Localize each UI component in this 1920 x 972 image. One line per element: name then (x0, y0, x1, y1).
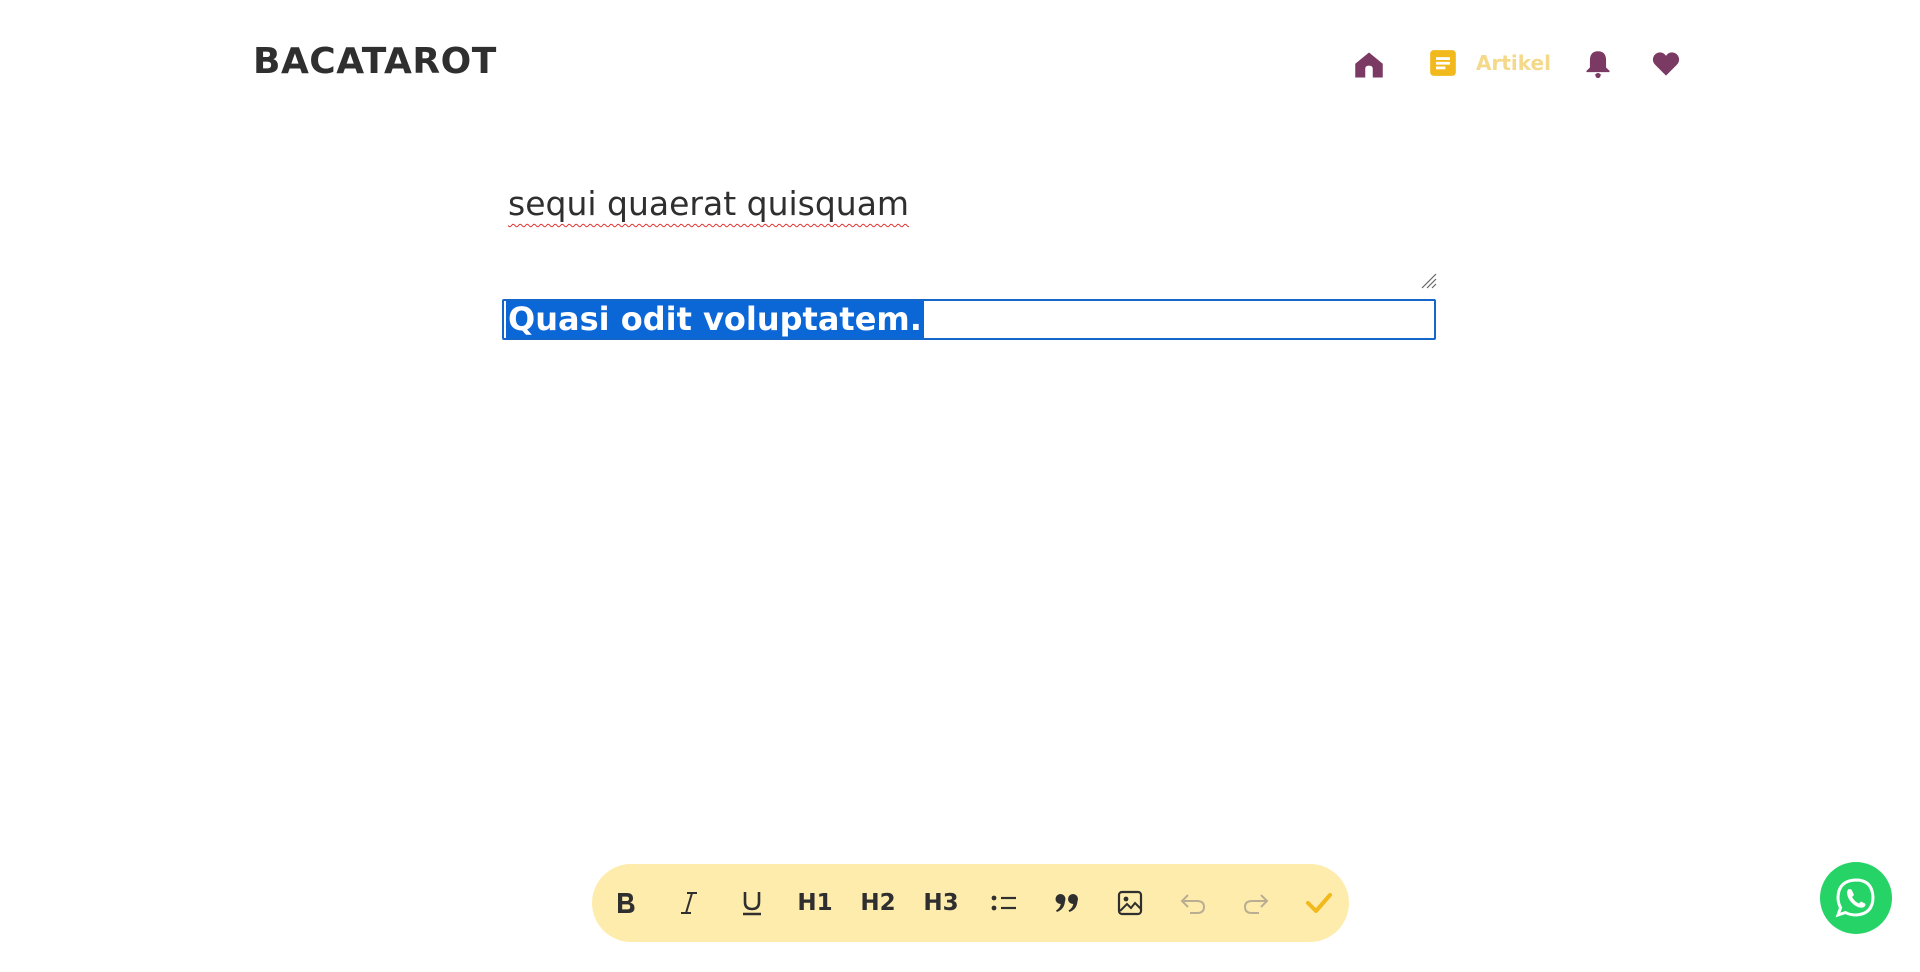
h3-label: H3 (923, 890, 959, 916)
nav-artikel-label[interactable]: Artikel (1476, 51, 1551, 75)
body-input[interactable]: Quasi odit voluptatem. (502, 299, 1436, 340)
selected-body-text[interactable]: Quasi odit voluptatem. (506, 301, 924, 338)
bullet-list-button[interactable] (982, 881, 1026, 925)
h1-label: H1 (797, 890, 833, 916)
bell-icon[interactable] (1583, 49, 1613, 79)
h1-button[interactable]: H1 (793, 881, 837, 925)
check-icon (1306, 893, 1332, 913)
formatting-toolbar: H1 H2 H3 (592, 864, 1349, 942)
bold-button[interactable] (604, 881, 648, 925)
logo[interactable]: BACATAROT (253, 41, 497, 82)
redo-button[interactable] (1234, 881, 1278, 925)
title-textarea[interactable]: sequi quaerat quisquam (500, 170, 1440, 290)
article-icon[interactable] (1428, 48, 1458, 78)
home-icon[interactable] (1354, 50, 1384, 80)
h3-button[interactable]: H3 (919, 881, 963, 925)
save-button[interactable] (1297, 881, 1341, 925)
quote-button[interactable] (1045, 881, 1089, 925)
italic-icon (681, 892, 697, 914)
quote-icon (1055, 894, 1078, 912)
undo-icon (1180, 894, 1206, 914)
bullet-list-icon (991, 895, 1016, 911)
underline-icon (743, 892, 761, 916)
h2-label: H2 (860, 890, 896, 916)
h2-button[interactable]: H2 (856, 881, 900, 925)
undo-button[interactable] (1171, 881, 1215, 925)
whatsapp-icon (1835, 878, 1875, 918)
image-button[interactable] (1108, 881, 1152, 925)
resize-grip-icon[interactable] (1418, 270, 1438, 290)
underline-button[interactable] (730, 881, 774, 925)
redo-icon (1243, 894, 1269, 914)
header: BACATAROT Artikel (0, 0, 1920, 130)
image-icon (1117, 890, 1143, 916)
whatsapp-button[interactable] (1820, 862, 1892, 934)
heart-icon[interactable] (1651, 49, 1681, 79)
italic-button[interactable] (667, 881, 711, 925)
title-text[interactable]: sequi quaerat quisquam (508, 184, 909, 223)
bold-icon (618, 893, 635, 913)
